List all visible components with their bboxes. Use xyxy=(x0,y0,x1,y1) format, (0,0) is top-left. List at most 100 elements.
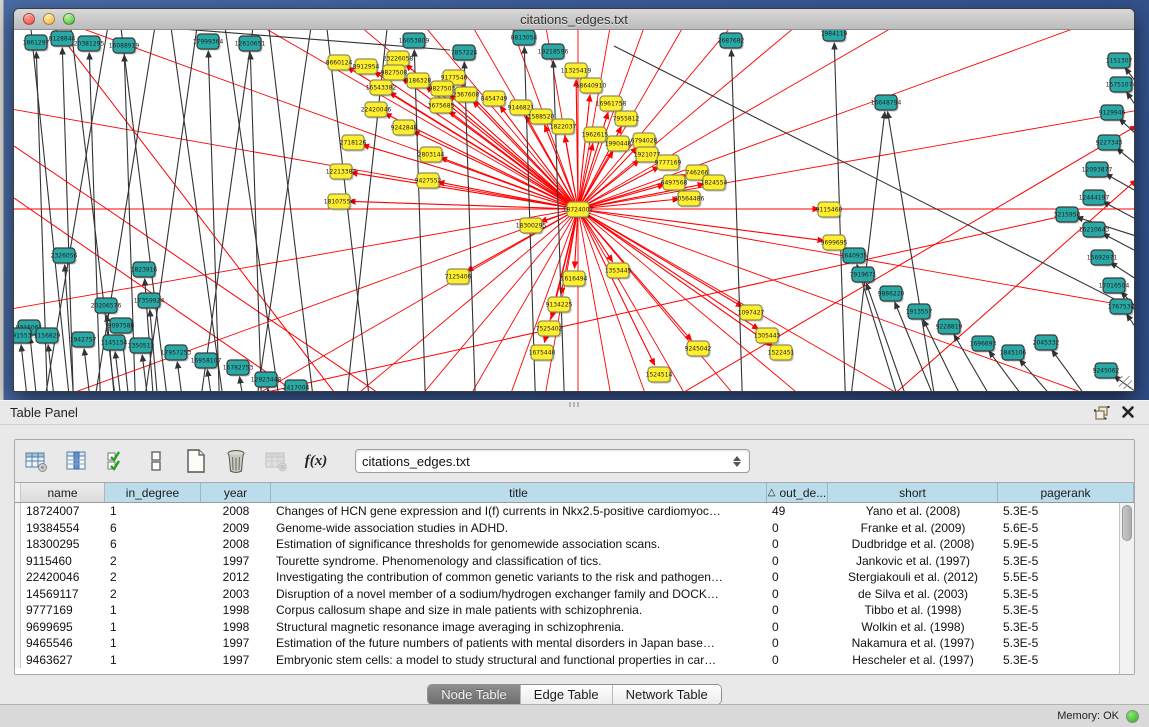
graph-node[interactable]: 1824554 xyxy=(701,175,728,192)
column-header-short[interactable]: short xyxy=(828,483,998,502)
column-header-in_degree[interactable]: in_degree xyxy=(105,483,201,502)
graph-node[interactable]: 2045332 xyxy=(1033,335,1060,352)
select-columns-icon[interactable] xyxy=(103,448,129,474)
graph-node[interactable]: 1823916 xyxy=(131,262,158,279)
graph-node[interactable]: 9245062 xyxy=(1093,363,1120,380)
graph-node[interactable]: 1822037 xyxy=(550,119,577,136)
graph-node[interactable]: 16088919 xyxy=(109,38,140,55)
graph-node[interactable]: 1675448 xyxy=(529,345,556,362)
table-row[interactable]: 946362711997Embryonic stem cells: a mode… xyxy=(15,652,1119,669)
graph-node[interactable]: 1522451 xyxy=(768,345,795,362)
panel-resize-grip[interactable] xyxy=(569,402,581,407)
graph-node[interactable]: 16053809 xyxy=(399,33,430,50)
column-header-year[interactable]: year xyxy=(201,483,271,502)
graph-node[interactable]: 17016504 xyxy=(1099,278,1130,295)
table-row[interactable]: 969969511998Structural magnetic resonanc… xyxy=(15,619,1119,636)
graph-node[interactable]: 1984119 xyxy=(821,30,848,43)
show-columns-icon[interactable] xyxy=(63,448,89,474)
graph-node[interactable]: 18724007 xyxy=(563,202,594,219)
graph-node[interactable]: 7125406 xyxy=(445,269,472,286)
column-header-title[interactable]: title xyxy=(271,483,767,502)
graph-node[interactable]: 2803144 xyxy=(418,147,445,164)
graph-node[interactable]: 9827503 xyxy=(429,81,456,98)
table-selector-dropdown[interactable]: citations_edges.txt xyxy=(355,449,750,473)
graph-node[interactable]: 1350513 xyxy=(128,338,155,355)
graph-node[interactable]: 8813054 xyxy=(511,30,538,47)
graph-node[interactable]: 15751074 xyxy=(1106,77,1134,94)
tab-edge-table[interactable]: Edge Table xyxy=(521,685,613,704)
graph-node[interactable]: 1942757 xyxy=(70,332,97,349)
table-row[interactable]: 1830029562008Estimation of significance … xyxy=(15,536,1119,553)
float-panel-icon[interactable] xyxy=(1093,405,1111,421)
window-resize-grip[interactable] xyxy=(1119,376,1132,389)
graph-node[interactable]: 9777169 xyxy=(655,155,682,172)
graph-node[interactable]: 12093877 xyxy=(1082,162,1113,179)
graph-node[interactable]: 17957253 xyxy=(161,345,192,362)
graph-node[interactable]: 16210643 xyxy=(1079,222,1110,239)
graph-node[interactable]: 1913557 xyxy=(906,304,933,321)
graph-node[interactable]: 1524514 xyxy=(646,367,673,384)
graph-node[interactable]: 9129946 xyxy=(1099,105,1126,122)
graph-node[interactable]: 1145154 xyxy=(101,335,128,352)
graph-node[interactable]: 6497568 xyxy=(661,175,688,192)
graph-node[interactable]: 1353445 xyxy=(605,263,632,280)
graph-node[interactable]: 1097427 xyxy=(738,305,765,322)
column-header-pagerank[interactable]: pagerank xyxy=(998,483,1134,502)
scrollbar-thumb[interactable] xyxy=(1122,505,1132,541)
window-titlebar[interactable]: citations_edges.txt xyxy=(14,9,1134,30)
graph-node[interactable]: 8454749 xyxy=(481,91,508,108)
graph-node[interactable]: 12610651 xyxy=(235,36,266,53)
graph-node[interactable]: 2718126 xyxy=(340,135,367,152)
graph-node[interactable]: 16648794 xyxy=(871,95,902,112)
graph-node[interactable]: 2367608 xyxy=(453,87,480,104)
graph-node[interactable]: 7857224 xyxy=(451,45,478,62)
graph-node[interactable]: 1640935 xyxy=(841,248,868,265)
column-header-name[interactable]: name xyxy=(21,483,105,502)
graph-node[interactable]: 12923448 xyxy=(251,372,282,389)
table-row[interactable]: 1938455462009Genome-wide association stu… xyxy=(15,520,1119,537)
vertical-scrollbar[interactable] xyxy=(1119,503,1134,674)
memory-status-indicator[interactable] xyxy=(1126,710,1139,723)
graph-node[interactable]: 2417004 xyxy=(283,380,310,391)
graph-node[interactable]: 20206576 xyxy=(91,298,122,315)
graph-node[interactable]: 16782753 xyxy=(223,360,254,377)
graph-node[interactable]: 12213383 xyxy=(326,164,357,181)
graph-node[interactable]: 18640910 xyxy=(576,78,607,95)
graph-node[interactable]: 18300295 xyxy=(516,218,547,235)
graph-node[interactable]: 1861297 xyxy=(23,35,50,52)
table-row[interactable]: 911546021997Tourette syndrome. Phenomeno… xyxy=(15,553,1119,570)
close-panel-icon[interactable] xyxy=(1121,405,1139,421)
new-column-icon[interactable] xyxy=(183,448,209,474)
graph-node[interactable]: 7955812 xyxy=(613,111,640,128)
close-window-button[interactable] xyxy=(23,13,35,25)
graph-node[interactable]: 19218596 xyxy=(538,44,569,61)
table-row[interactable]: 977716911998Corpus callosum shape and si… xyxy=(15,602,1119,619)
network-canvas[interactable]: 1872400786601248912954232260589827508165… xyxy=(14,30,1134,391)
graph-node[interactable]: 391553 xyxy=(14,328,33,345)
function-builder-icon[interactable]: f(x) xyxy=(303,448,329,474)
table-mode-icon[interactable] xyxy=(23,448,49,474)
graph-node[interactable]: 16961758 xyxy=(596,96,627,113)
graph-node[interactable]: 3215958 xyxy=(1054,207,1081,224)
graph-node[interactable]: 22420046 xyxy=(361,102,392,119)
graph-node[interactable]: 2326056 xyxy=(51,248,78,265)
graph-node[interactable]: 18107554 xyxy=(324,194,355,211)
graph-node[interactable]: 17999364 xyxy=(193,34,224,51)
graph-node[interactable]: 16958107 xyxy=(191,353,222,370)
delete-column-icon[interactable] xyxy=(223,448,249,474)
graph-node[interactable]: 9427552 xyxy=(415,173,442,190)
table-row[interactable]: 946554611997Estimation of the future num… xyxy=(15,635,1119,652)
column-header-out_degree[interactable]: △out_de... xyxy=(767,483,828,502)
graph-node[interactable]: 9227343 xyxy=(1096,135,1123,152)
graph-node[interactable]: 11325419 xyxy=(561,63,592,80)
table-row[interactable]: 1456911722003Disruption of a novel membe… xyxy=(15,586,1119,603)
graph-node[interactable]: 9134225 xyxy=(546,297,573,314)
graph-node[interactable]: 20381295 xyxy=(74,36,105,53)
graph-node[interactable]: 9097588 xyxy=(108,318,135,335)
minimize-window-button[interactable] xyxy=(43,13,55,25)
graph-node[interactable]: 9115460 xyxy=(816,202,843,219)
graph-node[interactable]: 20564486 xyxy=(674,191,705,208)
graph-node[interactable]: 1990448 xyxy=(605,136,632,153)
tab-network-table[interactable]: Network Table xyxy=(613,685,721,704)
graph-node[interactable]: 2687682 xyxy=(718,33,745,50)
